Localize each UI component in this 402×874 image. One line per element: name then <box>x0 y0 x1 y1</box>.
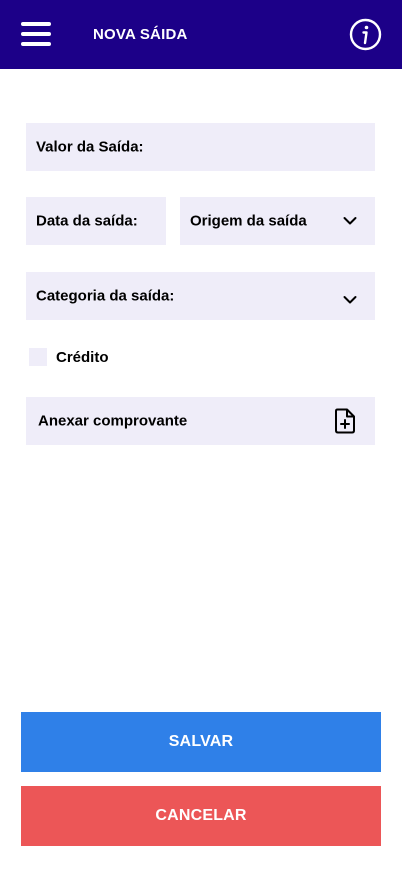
save-button[interactable]: SALVAR <box>21 712 381 772</box>
top-bar: NOVA SÁIDA <box>0 0 402 69</box>
menu-line <box>21 22 51 26</box>
credito-checkbox[interactable] <box>29 348 47 366</box>
attach-receipt-button[interactable]: Anexar comprovante <box>26 397 375 445</box>
menu-icon[interactable] <box>21 22 51 46</box>
app-root: NOVA SÁIDA Valor da Saída: Data da saída… <box>0 0 402 874</box>
menu-line <box>21 42 51 46</box>
valor-label: Valor da Saída: <box>36 138 144 156</box>
chevron-down-icon <box>343 217 357 225</box>
menu-line <box>21 32 51 36</box>
data-label: Data da saída: <box>36 212 138 230</box>
info-icon[interactable] <box>349 18 382 51</box>
chevron-down-icon <box>343 296 357 304</box>
attach-label: Anexar comprovante <box>38 412 188 430</box>
valor-field[interactable]: Valor da Saída: <box>26 123 375 171</box>
origem-select[interactable]: Origem da saída <box>180 197 375 245</box>
categoria-select[interactable]: Categoria da saída: <box>26 272 375 320</box>
origem-label: Origem da saída <box>190 212 307 230</box>
credito-label: Crédito <box>56 349 109 366</box>
page-title: NOVA SÁIDA <box>93 26 188 43</box>
data-field[interactable]: Data da saída: <box>26 197 166 245</box>
file-plus-icon <box>335 408 355 434</box>
cancel-button[interactable]: CANCELAR <box>21 786 381 846</box>
categoria-label: Categoria da saída: <box>36 287 175 305</box>
